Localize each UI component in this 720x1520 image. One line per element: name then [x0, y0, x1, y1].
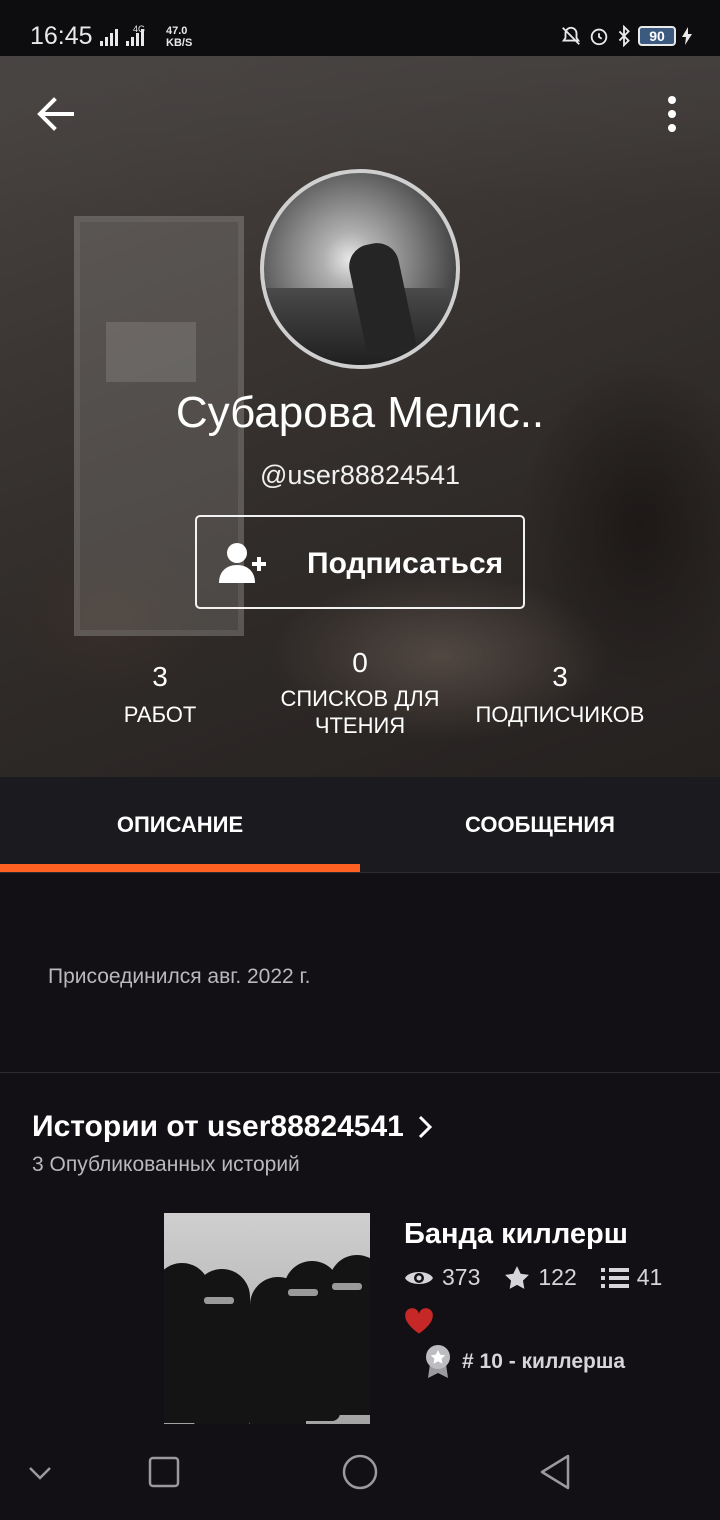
nav-dismiss-icon[interactable] — [20, 1452, 60, 1492]
status-bar: 16:45 4G 47.0 KB/S 90 — [0, 0, 720, 56]
mute-bell-icon — [561, 26, 581, 45]
follow-button[interactable]: Подписаться — [195, 515, 525, 609]
charging-icon — [682, 27, 692, 45]
list-icon — [600, 1267, 629, 1288]
divider — [0, 1072, 720, 1073]
bluetooth-icon — [618, 25, 630, 47]
heart-icon — [405, 1308, 433, 1334]
story-views: 373 — [404, 1264, 480, 1291]
story-stats: 373 122 41 — [404, 1264, 686, 1291]
network-speed: 47.0 KB/S — [166, 25, 193, 49]
nav-recents-icon[interactable] — [144, 1452, 184, 1492]
rank-badge-icon — [426, 1345, 450, 1378]
nav-back-icon[interactable] — [536, 1452, 576, 1492]
tab-messages[interactable]: СООБЩЕНИЯ — [360, 777, 720, 873]
back-arrow-icon[interactable] — [34, 92, 78, 136]
more-vert-icon[interactable] — [656, 92, 688, 136]
stat-works[interactable]: 3 РАБОТ — [100, 661, 220, 728]
status-time: 16:45 — [30, 22, 93, 50]
profile-name: Субарова Мелис.. — [175, 388, 545, 437]
star-icon — [505, 1265, 530, 1289]
follow-label: Подписаться — [307, 547, 504, 580]
system-nav-bar — [0, 1424, 720, 1520]
chevron-right-icon — [418, 1115, 432, 1139]
eye-icon — [405, 1271, 433, 1284]
story-title[interactable]: Банда киллерш — [404, 1218, 628, 1251]
stories-header[interactable]: Истории от user88824541 — [32, 1110, 432, 1144]
tab-about[interactable]: ОПИСАНИЕ — [0, 777, 360, 873]
story-rank[interactable]: # 10 - киллерша — [424, 1344, 625, 1380]
nav-home-icon[interactable] — [340, 1452, 380, 1492]
add-user-icon — [219, 543, 266, 583]
story-votes: 122 — [504, 1264, 577, 1291]
profile-header: Субарова Мелис.. @user88824541 Подписать… — [0, 56, 720, 777]
profile-handle: @user88824541 — [259, 460, 461, 490]
battery-icon: 90 — [638, 26, 676, 46]
active-tab-indicator — [0, 864, 360, 872]
avatar[interactable] — [260, 169, 460, 369]
story-cover[interactable] — [164, 1213, 370, 1424]
profile-tabs: ОПИСАНИЕ СООБЩЕНИЯ — [0, 777, 720, 873]
alarm-icon — [590, 28, 608, 46]
stories-count: 3 Опубликованных историй — [32, 1153, 300, 1176]
stat-followers[interactable]: 3 ПОДПИСЧИКОВ — [460, 661, 660, 728]
network-type: 4G — [133, 24, 146, 34]
stories-title: Истории от user88824541 — [32, 1110, 404, 1143]
stat-reading-lists[interactable]: 0 СПИСКОВ ДЛЯ ЧТЕНИЯ — [270, 647, 450, 739]
status-icons: 90 — [560, 25, 692, 47]
story-parts: 41 — [600, 1264, 662, 1291]
joined-date: Присоединился авг. 2022 г. — [48, 965, 311, 988]
